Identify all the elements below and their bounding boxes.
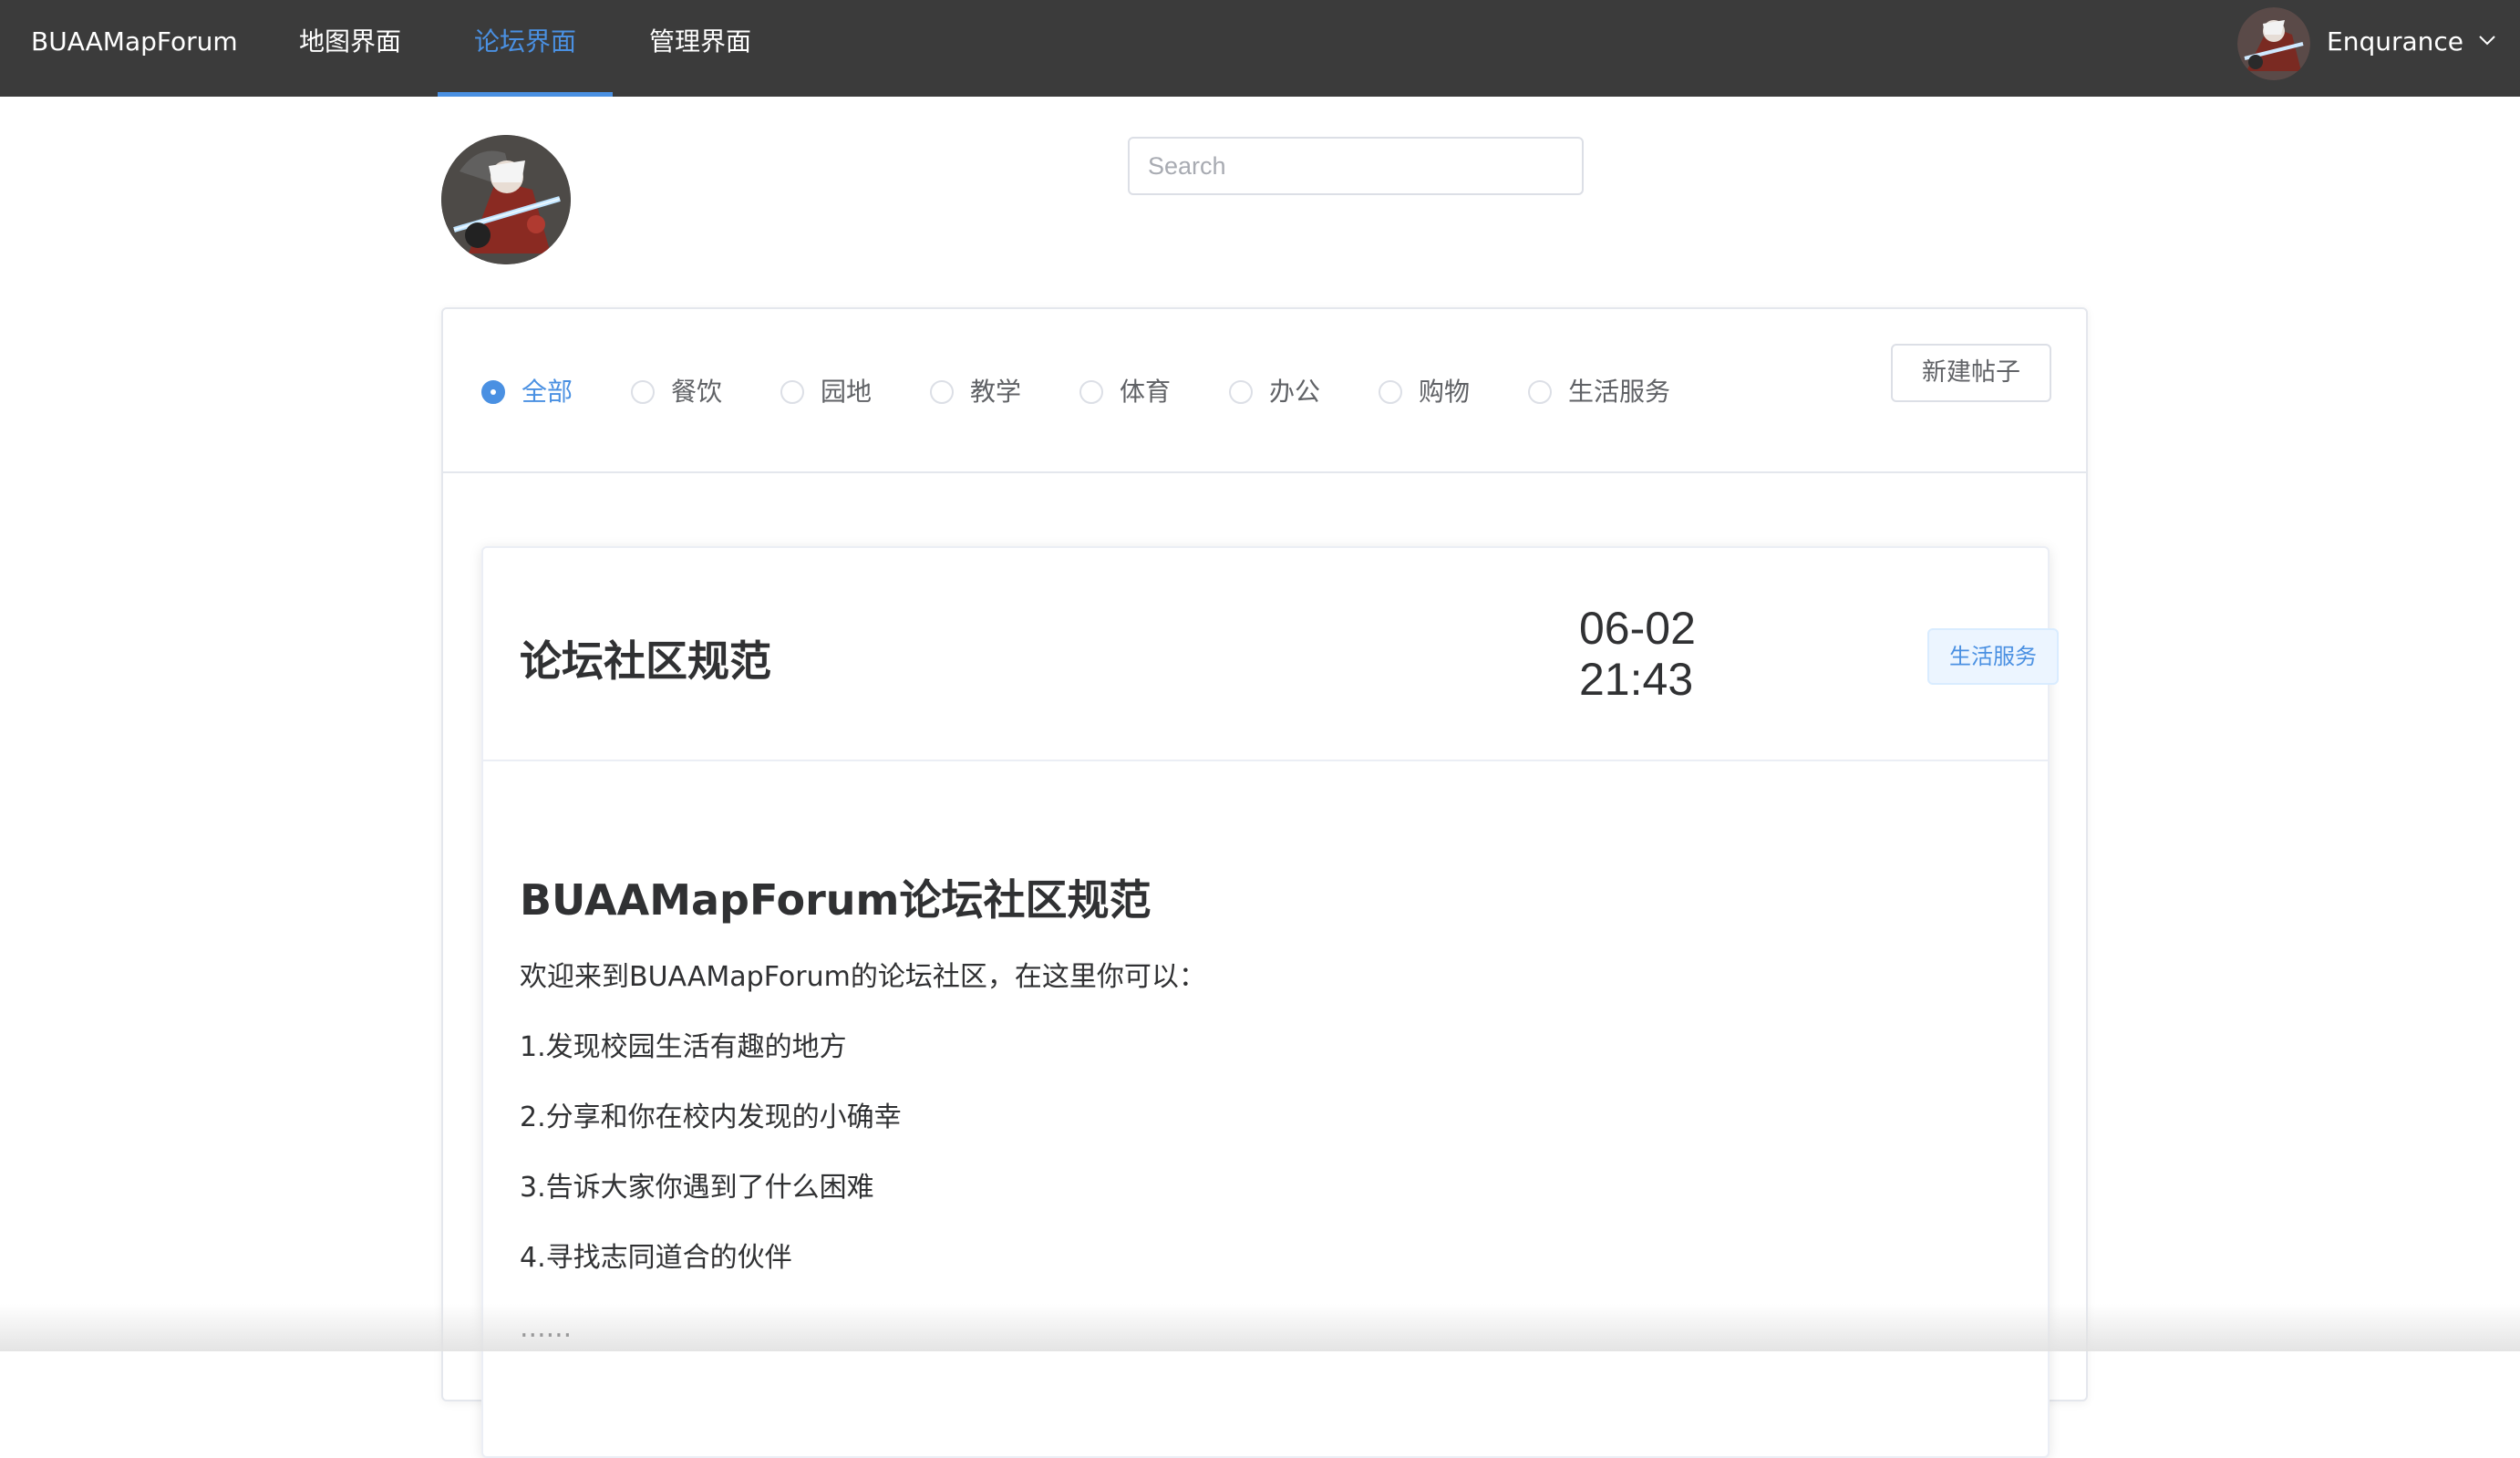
post-paragraph: 1.发现校园生活有趣的地方 <box>520 1031 847 1063</box>
filter-label: 园地 <box>821 377 873 407</box>
radio-icon <box>930 380 954 404</box>
filter-radio-shopping[interactable]: 购物 <box>1379 377 1470 408</box>
post-paragraph: 3.告诉大家你遇到了什么困难 <box>520 1172 874 1204</box>
filter-label: 教学 <box>970 377 1022 407</box>
post-title[interactable]: 论坛社区规范 <box>520 628 771 688</box>
bottom-fade <box>0 1304 2520 1351</box>
user-name[interactable]: Enqurance <box>2327 0 2463 97</box>
radio-checked-icon <box>481 380 505 404</box>
radio-icon <box>631 380 655 404</box>
post-category-tag[interactable]: 生活服务 <box>1927 628 2059 685</box>
divider <box>483 760 2048 761</box>
new-post-button[interactable]: 新建帖子 <box>1891 344 2051 402</box>
filter-label: 餐饮 <box>671 377 723 407</box>
filter-label: 购物 <box>1419 377 1471 407</box>
filter-radio-garden[interactable]: 园地 <box>780 377 872 408</box>
filter-radio-office[interactable]: 办公 <box>1229 377 1320 408</box>
nav-tab-forum[interactable]: 论坛界面 <box>438 0 613 97</box>
post-paragraph: 4.寻找志同道合的伙伴 <box>520 1242 792 1274</box>
radio-icon <box>1528 380 1552 404</box>
filter-radio-dining[interactable]: 餐饮 <box>631 377 722 408</box>
filter-label: 办公 <box>1269 377 1321 407</box>
forum-panel: 全部 餐饮 园地 教学 体育 办公 购物 生活服务 新建帖子 论坛社区规范 06… <box>441 307 2088 1458</box>
top-nav: BUAAMapForum 地图界面 论坛界面 管理界面 Enqurance <box>0 0 2520 97</box>
radio-icon <box>1079 380 1103 404</box>
radio-icon <box>780 380 804 404</box>
divider <box>443 471 2086 473</box>
filter-label: 生活服务 <box>1568 377 1671 407</box>
filter-radio-sports[interactable]: 体育 <box>1079 377 1171 408</box>
filter-radio-life-service[interactable]: 生活服务 <box>1528 377 1670 408</box>
nav-tab-map[interactable]: 地图界面 <box>274 0 427 97</box>
user-avatar[interactable] <box>2237 7 2310 80</box>
post-body-heading: BUAAMapForum论坛社区规范 <box>520 875 1152 925</box>
filter-label: 全部 <box>522 377 573 407</box>
profile-avatar <box>441 135 571 264</box>
radio-icon <box>1229 380 1253 404</box>
brand-logo-text[interactable]: BUAAMapForum <box>31 0 238 97</box>
filter-radio-teaching[interactable]: 教学 <box>930 377 1021 408</box>
filter-radio-all[interactable]: 全部 <box>481 377 573 408</box>
nav-tab-admin[interactable]: 管理界面 <box>629 0 771 97</box>
post-paragraph: 欢迎来到BUAAMapForum的论坛社区，在这里你可以： <box>520 961 1206 993</box>
post-paragraph: 2.分享和你在校内发现的小确幸 <box>520 1101 902 1133</box>
post-timestamp: 06-02 21:43 <box>1579 603 1696 705</box>
chevron-down-icon[interactable] <box>2476 33 2498 47</box>
post-body: BUAAMapForum论坛社区规范 欢迎来到BUAAMapForum的论坛社区… <box>520 867 2011 1378</box>
post-date: 06-02 <box>1579 603 1696 654</box>
radio-icon <box>1379 380 1402 404</box>
post-time: 21:43 <box>1579 654 1694 705</box>
filter-label: 体育 <box>1120 377 1172 407</box>
search-input[interactable] <box>1128 137 1584 195</box>
